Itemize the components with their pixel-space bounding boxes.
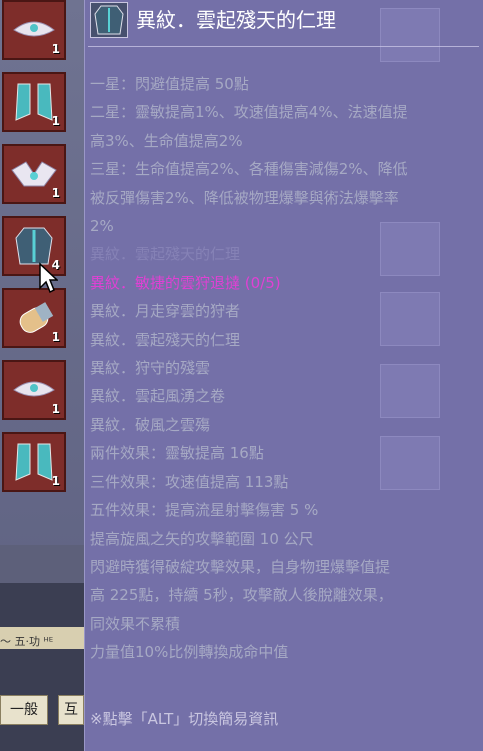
slot-count: 1 (51, 402, 60, 416)
inventory-slot-1[interactable]: 1 (2, 0, 66, 60)
tooltip-footer: ※點擊「ALT」切換簡易資訊 (90, 710, 279, 728)
inventory-panel: 1 1 1 4 1 1 1 ～ 五·功 ᴴᴱ 一般 互 (0, 0, 84, 751)
effect-line: 一星：閃避值提高 50點 (90, 75, 249, 93)
tooltip-lines: 一星：閃避值提高 50點 二星：靈敏提高1%、攻速值提高4%、法速值提 高3%、… (90, 70, 478, 667)
set-bonus: 五件效果：提高流星射擊傷害 5 % (90, 501, 319, 520)
effect-line: 三星：生命值提高2%、各種傷害減傷2%、降低 (90, 160, 408, 179)
set-piece: 異紋．雲起風湧之卷 (90, 387, 226, 406)
item-icon (90, 2, 128, 38)
slot-count: 1 (51, 330, 60, 344)
mouse-cursor-icon (39, 262, 58, 294)
inventory-slot-6[interactable]: 1 (2, 360, 66, 420)
inventory-slot-7[interactable]: 1 (2, 432, 66, 492)
effect-line: 異紋．雲起殘天的仁理 (90, 245, 241, 264)
effect-line: 高3%、生命值提高2% (90, 131, 243, 150)
item-tooltip: 異紋．雲起殘天的仁理 一星：閃避值提高 50點 二星：靈敏提高1%、攻速值提高4… (84, 0, 483, 751)
set-piece: 異紋．雲起殘天的仁理 (90, 330, 241, 349)
set-piece: 異紋．狩守的殘雲 (90, 359, 211, 378)
set-piece: 異紋．月走穿雲的狩者 (90, 302, 241, 321)
slot-count: 1 (51, 474, 60, 488)
inventory-bar (0, 545, 84, 583)
ornate-armor-icon (94, 5, 124, 35)
set-bonus: 提高旋風之矢的攻擊範圍 10 公尺 (90, 529, 314, 548)
tooltip-header: 異紋．雲起殘天的仁理 (84, 0, 483, 42)
item-title: 異紋．雲起殘天的仁理 (136, 8, 336, 32)
set-bonus: 兩件效果：靈敏提高 16點 (90, 444, 264, 463)
set-name: 異紋．敏捷的雲狩退撻 (0/5) (90, 273, 281, 292)
set-bonus: 力量值10%比例轉換成命中值 (90, 643, 289, 662)
set-bonus: 高 225點，持續 5秒，攻擊敵人後脫離效果， (90, 586, 393, 605)
slot-count: 1 (51, 186, 60, 200)
slot-count: 1 (51, 114, 60, 128)
inventory-slot-5[interactable]: 1 (2, 288, 66, 348)
inventory-slot-3[interactable]: 1 (2, 144, 66, 204)
tab-general[interactable]: 一般 (0, 695, 48, 725)
set-bonus: 三件效果：攻速值提高 113點 (90, 472, 289, 491)
slot-count: 1 (51, 42, 60, 56)
truncated-text: ～ 五·功 ᴴᴱ (0, 635, 54, 648)
inventory-lower-panel: ～ 五·功 ᴴᴱ 一般 互 (0, 545, 84, 751)
divider (88, 46, 479, 47)
inventory-slot-2[interactable]: 1 (2, 72, 66, 132)
set-bonus: 同效果不累積 (90, 614, 181, 633)
effect-line: 2% (90, 217, 114, 236)
set-bonus: 閃避時獲得破綻攻擊效果，自身物理爆擊值提 (90, 557, 391, 576)
set-piece: 異紋．破風之雲殤 (90, 415, 211, 434)
effect-line: 二星：靈敏提高1%、攻速值提高4%、法速值提 (90, 103, 408, 122)
effect-line: 被反彈傷害2%、降低被物理爆擊與術法爆擊率 (90, 188, 399, 207)
tab-partial[interactable]: 互 (58, 695, 84, 725)
